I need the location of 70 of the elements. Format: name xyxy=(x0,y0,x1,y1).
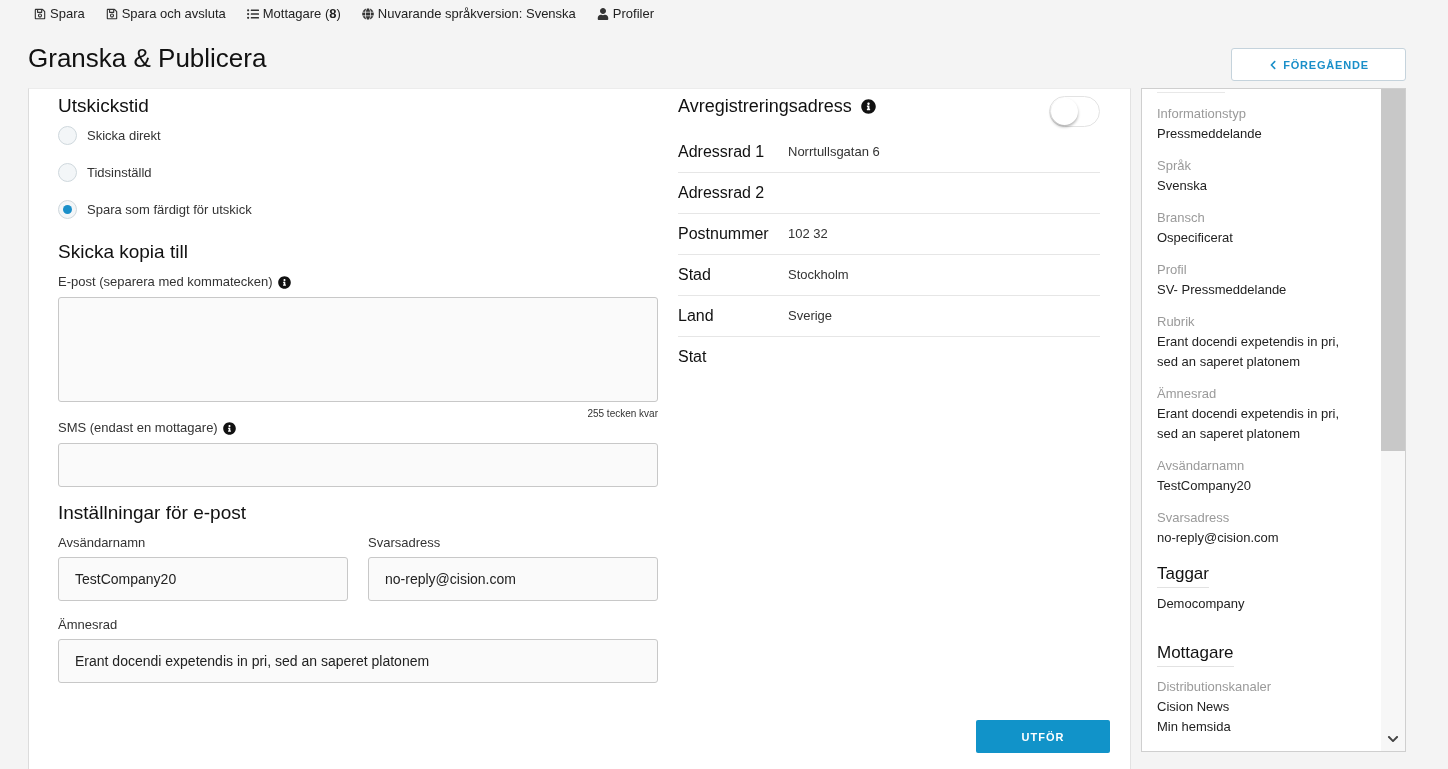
chevron-down-icon[interactable] xyxy=(1387,733,1399,745)
summary-label: Profil xyxy=(1157,261,1187,279)
section-heading: Inställningar för e-post xyxy=(58,502,246,524)
summary-label: Rubrik xyxy=(1157,313,1195,331)
summary-value: Ospecificerat xyxy=(1157,229,1233,247)
summary-value: TestCompany20 xyxy=(1157,477,1251,495)
section-heading: Mottagare xyxy=(1157,642,1234,667)
info-icon[interactable] xyxy=(222,421,236,435)
summary-value: SV- Pressmeddelande xyxy=(1157,281,1287,299)
sms-field[interactable] xyxy=(58,443,658,487)
save-button[interactable]: Spara xyxy=(34,6,85,22)
info-icon[interactable] xyxy=(277,275,291,289)
input-field[interactable]: TestCompany20 xyxy=(58,557,348,601)
summary-label: Distributionskanaler xyxy=(1157,678,1272,696)
language-button[interactable]: Nuvarande språkversion: Svenska xyxy=(361,6,576,22)
summary-label: Svarsadress xyxy=(1157,509,1230,527)
summary-value: Erant docendi expetendis in pri, sed an saperet platonem xyxy=(1157,405,1341,443)
radio-button[interactable] xyxy=(58,126,77,145)
summary-value: Pressmeddelande xyxy=(1157,125,1262,143)
summary-value: Svenska xyxy=(1157,177,1207,195)
address-value: Norrtullsgatan 6 xyxy=(788,143,880,161)
list-icon xyxy=(246,8,259,20)
field-label: Avsändarnamn xyxy=(58,535,146,551)
previous-button[interactable]: FÖREGÅENDE xyxy=(1231,48,1406,81)
page-title: Granska & Publicera xyxy=(28,42,267,74)
radio-button[interactable] xyxy=(58,163,77,182)
globe-icon xyxy=(361,8,374,20)
toggle-switch[interactable] xyxy=(1049,96,1100,127)
radio-label[interactable]: Skicka direkt xyxy=(87,126,161,145)
summary-value: Erant docendi expetendis in pri, sed an saperet platonem xyxy=(1157,333,1341,371)
summary-label: Informationstyp xyxy=(1157,105,1246,123)
field-label: Ämnesrad xyxy=(58,617,118,633)
scrollbar-thumb[interactable] xyxy=(1381,89,1405,451)
address-value: Sverige xyxy=(788,307,833,325)
section-heading: Utskickstid xyxy=(58,95,149,117)
recipients-button[interactable]: Mottagare (8) xyxy=(246,6,341,22)
tag-text: Democompany xyxy=(1157,595,1245,613)
email-copy-field[interactable] xyxy=(58,297,658,402)
address-label: Land xyxy=(678,306,715,326)
address-value: 102 32 xyxy=(788,225,828,243)
field-label: SMS (endast en mottagare) xyxy=(58,420,218,436)
summary-value: Cision News xyxy=(1157,698,1230,716)
summary-label: Avsändarnamn xyxy=(1157,457,1245,475)
input-field[interactable]: no-reply@cision.com xyxy=(368,557,658,601)
save-and-close-button[interactable]: Spara och avsluta xyxy=(105,6,226,22)
info-icon[interactable] xyxy=(860,98,876,114)
radio-label[interactable]: Spara som färdigt för utskick xyxy=(87,200,252,219)
user-icon xyxy=(596,8,609,20)
radio-label[interactable]: Tidsinställd xyxy=(87,163,152,182)
address-label: Postnummer xyxy=(678,224,770,244)
radio-button[interactable] xyxy=(58,200,77,219)
summary-value: no-reply@cision.com xyxy=(1157,529,1279,547)
summary-label: Bransch xyxy=(1157,209,1205,227)
section-heading: Taggar xyxy=(1157,563,1209,588)
address-label: Stad xyxy=(678,265,712,285)
section-heading: Skicka kopia till xyxy=(58,241,188,263)
input-field[interactable]: Erant docendi expetendis in pri, sed an saperet platonem xyxy=(58,639,658,683)
character-counter: 255 tecken kvar xyxy=(587,408,658,420)
summary-value: Min hemsida xyxy=(1157,718,1231,736)
address-label: Adressrad 2 xyxy=(678,183,766,203)
address-label: Adressrad 1 xyxy=(678,142,766,162)
field-label: E-post (separera med kommatecken) xyxy=(58,274,273,290)
profiles-button[interactable]: Profiler xyxy=(596,6,655,22)
field-label: Svarsadress xyxy=(368,535,441,551)
summary-label: Språk xyxy=(1157,157,1191,175)
summary-label: Ämnesrad xyxy=(1157,385,1217,403)
section-heading: Avregistreringsadress xyxy=(678,95,852,117)
chevron-left-icon xyxy=(1268,59,1279,70)
address-value: Stockholm xyxy=(788,266,849,284)
address-label: Stat xyxy=(678,347,708,367)
